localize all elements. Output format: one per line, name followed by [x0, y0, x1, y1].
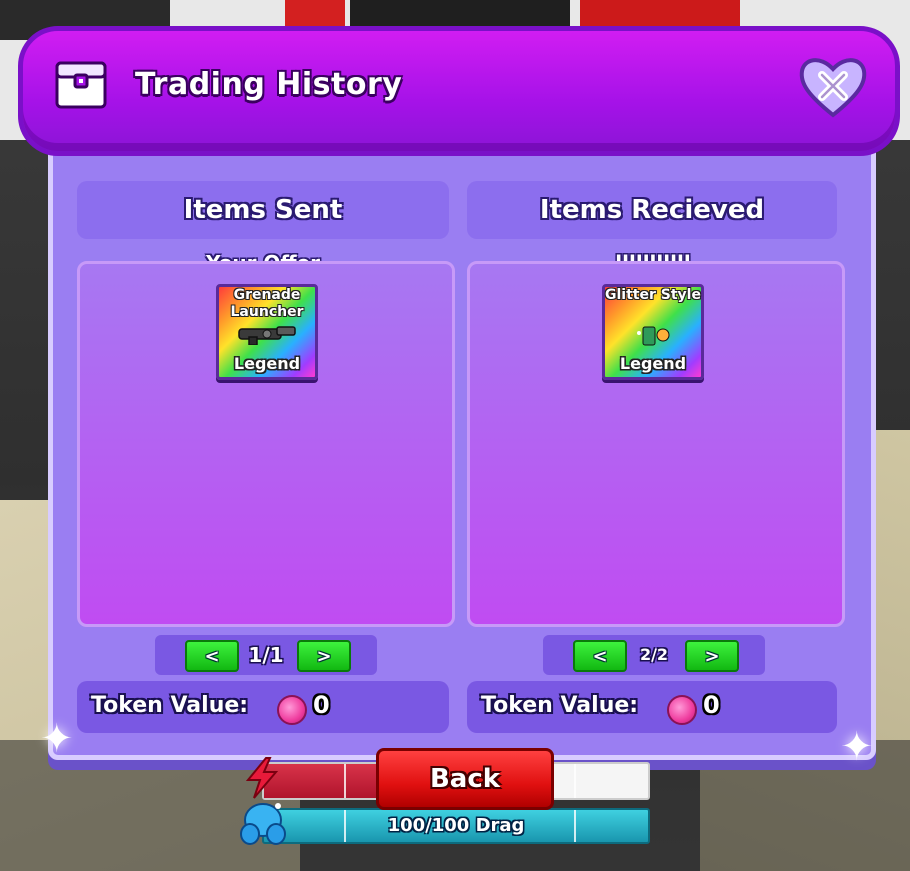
window-title: Trading History — [135, 67, 403, 102]
token-coin-icon — [667, 695, 697, 725]
items-received-panel: Glitter Style Legend — [467, 261, 845, 627]
grenade-launcher-icon — [238, 326, 296, 345]
bar-divider — [344, 764, 346, 798]
sparkle-icon: ✦ — [40, 716, 74, 762]
token-value: 0 — [313, 691, 330, 719]
bar-divider — [574, 764, 576, 798]
item-name: Grenade Launcher — [230, 287, 304, 320]
item-card-grenade-launcher[interactable]: Grenade Launcher Legend — [216, 284, 318, 380]
glitter-style-icon — [637, 326, 670, 346]
item-card-glitter-style[interactable]: Glitter Style Legend — [602, 284, 704, 380]
next-page-button[interactable]: > — [685, 640, 739, 672]
drag-wig-icon — [240, 803, 286, 845]
item-rarity: Legend — [233, 354, 301, 373]
items-sent-panel: Grenade Launcher Legend — [77, 261, 455, 627]
item-rarity: Legend — [619, 354, 687, 373]
window-header: Trading History — [18, 26, 900, 156]
drag-text: 100/100 Drag — [387, 815, 525, 836]
back-button[interactable]: Back — [376, 748, 554, 810]
trading-history-window: Items Sent Your Offer Grenade Launcher L… — [48, 140, 876, 760]
items-received-header: Items Recieved — [467, 181, 837, 239]
token-value: 0 — [703, 691, 720, 719]
next-page-button[interactable]: > — [297, 640, 351, 672]
lightning-icon — [245, 757, 279, 799]
sparkle-icon: ✦ — [840, 724, 874, 770]
items-sent-pager: < 1/1 > — [155, 635, 377, 675]
token-value-label: Token Value: — [91, 693, 249, 718]
close-button[interactable] — [798, 51, 868, 121]
token-value-bar-received: Token Value: 0 — [467, 681, 837, 733]
items-sent-title: Items Sent — [183, 195, 343, 225]
token-value-label: Token Value: — [481, 693, 639, 718]
item-name: Glitter Style — [605, 287, 701, 303]
chest-icon — [55, 61, 107, 109]
items-received-title: Items Recieved — [539, 195, 765, 225]
items-sent-header: Items Sent — [77, 181, 449, 239]
items-received-pager: < 2/2 > — [543, 635, 765, 675]
heart-close-icon — [799, 58, 867, 118]
drag-bar: 100/100 Drag — [262, 808, 650, 844]
token-coin-icon — [277, 695, 307, 725]
token-value-bar-sent: Token Value: 0 — [77, 681, 449, 733]
